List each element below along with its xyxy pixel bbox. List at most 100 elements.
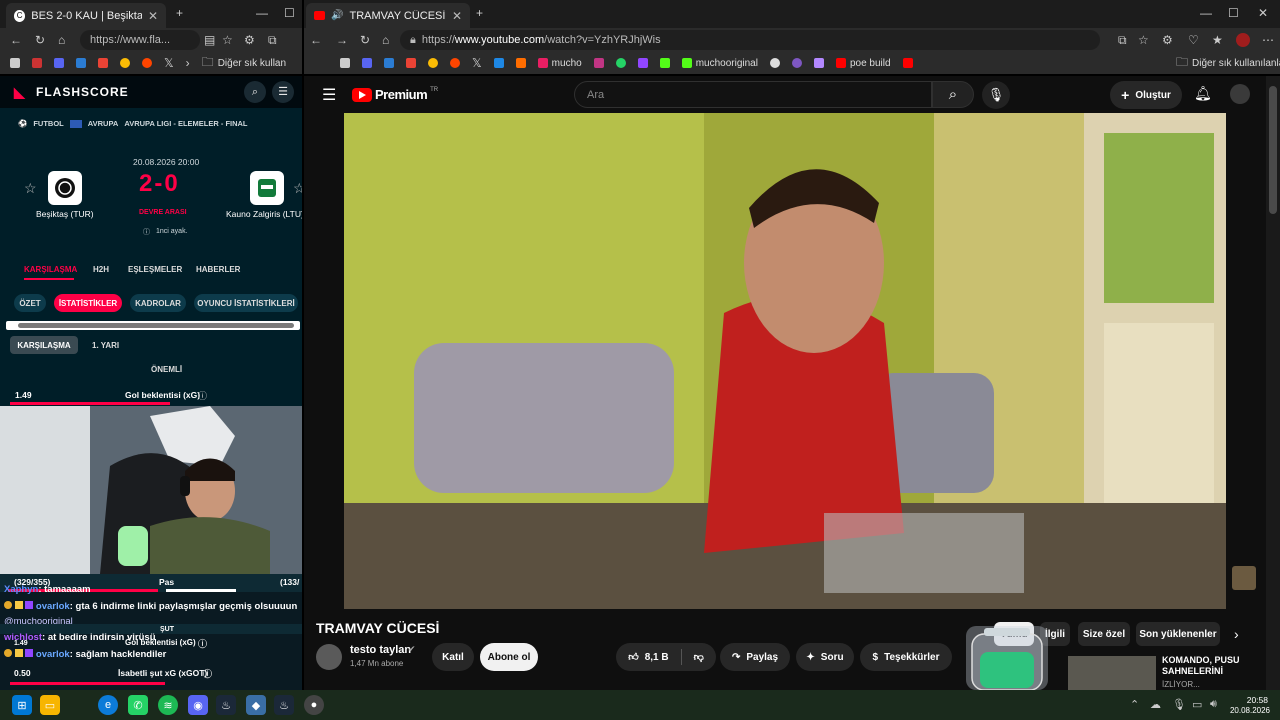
favorite-icon[interactable]: ☆	[1138, 33, 1149, 47]
bookmark-icon[interactable]	[76, 58, 86, 68]
streamer-thumbnail[interactable]	[1232, 566, 1256, 590]
scrollbar-thumb[interactable]	[18, 323, 294, 328]
minimize-icon[interactable]: —	[1200, 6, 1212, 20]
maximize-icon[interactable]: ☐	[284, 6, 295, 20]
forward-icon[interactable]: →	[336, 33, 348, 47]
collections-icon[interactable]: ⧉	[268, 33, 277, 48]
edge-icon[interactable]: e	[98, 695, 118, 715]
bookmark-icon[interactable]	[515, 58, 526, 68]
x-icon[interactable]: 𝕏	[472, 56, 482, 70]
ask-button[interactable]: ✦ Soru	[796, 643, 854, 671]
info-icon[interactable]: ⓘ	[203, 667, 212, 680]
reload-icon[interactable]: ↻	[360, 33, 370, 47]
subtab-lineups[interactable]: KADROLAR	[130, 294, 186, 312]
app-icon[interactable]: ◆	[246, 695, 266, 715]
bookmark-icon[interactable]	[493, 58, 504, 68]
hamburger-menu-icon[interactable]: ☰	[322, 85, 336, 105]
browser-essentials-icon[interactable]: ♡	[1188, 33, 1199, 47]
breadcrumb-league[interactable]: AVRUPA LIGI - ELEMELER - FINAL	[124, 119, 247, 128]
chat-username[interactable]: ovarlok	[36, 601, 70, 612]
join-button[interactable]: Katıl	[432, 643, 474, 671]
extensions-icon[interactable]: ⚙	[1162, 33, 1173, 47]
gmail-icon[interactable]	[406, 58, 416, 68]
tray-icon[interactable]: ☁	[1150, 698, 1161, 711]
other-bookmarks[interactable]: 🗀 Diğer sık kullan	[202, 53, 286, 74]
clock-time[interactable]: 20:58	[1234, 695, 1268, 705]
bookmark-icon[interactable]	[769, 58, 780, 68]
reddit-icon[interactable]	[450, 58, 460, 68]
other-bookmarks[interactable]: 🗀 Diğer sık kullanılanlar	[1176, 53, 1280, 74]
discord-icon[interactable]: ◉	[188, 695, 208, 715]
more-menu-icon[interactable]: ⋯	[1262, 33, 1274, 47]
tab-news[interactable]: HABERLER	[196, 265, 240, 274]
tab-h2h[interactable]: H2H	[93, 265, 109, 274]
tab-match[interactable]: KARŞILAŞMA	[24, 265, 77, 274]
favorites-list-icon[interactable]: ★	[1212, 33, 1223, 47]
reload-icon[interactable]: ↻	[35, 33, 45, 47]
right-active-tab[interactable]: 🔊 TRAMVAY CÜCESİ - YouTube ✕	[306, 3, 470, 28]
left-active-tab[interactable]: C BES 2-0 KAU | Beşiktaş - Kauno Zal ✕	[6, 3, 166, 28]
reddit-icon[interactable]	[142, 58, 152, 68]
subtab-stats[interactable]: İSTATİSTİKLER	[54, 294, 122, 312]
subtab-summary[interactable]: ÖZET	[14, 294, 46, 312]
notifications-icon[interactable]: 🔔︎	[1194, 85, 1212, 102]
new-tab-icon[interactable]: +	[476, 6, 483, 20]
close-tab-icon[interactable]: ✕	[148, 9, 158, 23]
microphone-icon[interactable]: 🎙︎	[1172, 698, 1186, 711]
subtab-player-stats[interactable]: OYUNCU İSTATİSTİKLERİ	[194, 294, 298, 312]
right-address-bar[interactable]: 🔒︎ https://www.youtube.com/watch?v=YzhYR…	[400, 30, 1100, 50]
clock-date[interactable]: 20.08.2026	[1226, 706, 1270, 715]
horizontal-scrollbar[interactable]	[6, 321, 300, 330]
reader-icon[interactable]: ▤	[204, 33, 215, 47]
dislike-icon[interactable]: 👎︎	[694, 651, 704, 663]
info-icon[interactable]: ⓘ	[198, 389, 207, 402]
speaker-icon[interactable]: 🔊	[331, 10, 343, 21]
favorite-star-icon[interactable]: ☆	[24, 180, 37, 197]
close-window-icon[interactable]: ✕	[1258, 6, 1268, 20]
chrome-icon[interactable]	[428, 58, 438, 68]
tab-draws[interactable]: EŞLEŞMELER	[128, 265, 182, 274]
favorite-star-icon[interactable]: ☆	[293, 180, 302, 197]
thanks-button[interactable]: $ Teşekkürler	[860, 643, 952, 671]
home-team-name[interactable]: Beşiktaş (TUR)	[36, 209, 94, 219]
share-button[interactable]: ↷ Paylaş	[720, 643, 790, 671]
home-icon[interactable]: ⌂	[58, 33, 65, 47]
bookmark-icon[interactable]	[32, 58, 42, 68]
away-team-name[interactable]: Kauno Zalgiris (LTU)	[226, 209, 302, 219]
video-player[interactable]	[344, 113, 1226, 609]
instagram-icon[interactable]	[593, 58, 604, 68]
youtube-icon[interactable]	[902, 58, 913, 68]
chevron-up-icon[interactable]: ⌃	[1130, 698, 1139, 711]
scrollbar-thumb[interactable]	[1269, 86, 1277, 214]
recommended-title[interactable]: KOMANDO, PUSU SAHNELERİNİ	[1162, 655, 1252, 677]
discord-icon[interactable]	[362, 58, 372, 68]
menu-icon[interactable]: ☰	[272, 81, 294, 103]
discord-icon[interactable]	[54, 58, 64, 68]
besiktas-logo[interactable]	[48, 171, 82, 205]
back-icon[interactable]: ←	[310, 33, 322, 47]
bookmark-muchooriginal[interactable]: muchooriginal	[681, 58, 758, 69]
like-count[interactable]: 8,1 B	[645, 652, 669, 663]
whatsapp-icon[interactable]	[615, 58, 626, 68]
bookmark-icon[interactable]	[813, 58, 824, 68]
profile-avatar[interactable]	[1236, 33, 1250, 47]
bookmark-poe-build[interactable]: poe build	[835, 58, 891, 69]
chat-username[interactable]: Xaphyn	[4, 584, 38, 595]
channel-avatar[interactable]	[316, 644, 342, 670]
spotify-icon[interactable]: ≋	[158, 695, 178, 715]
breadcrumb-region[interactable]: AVRUPA	[88, 119, 119, 128]
maximize-icon[interactable]: ☐	[1228, 6, 1239, 20]
search-icon[interactable]: ⌕	[244, 81, 266, 103]
bookmark-icon[interactable]	[791, 58, 802, 68]
period-tab-first-half[interactable]: 1. YARI	[92, 341, 119, 350]
gmail-icon[interactable]	[98, 58, 108, 68]
steam-icon[interactable]: ♨	[274, 695, 294, 715]
kauno-logo[interactable]	[250, 171, 284, 205]
voice-search-button[interactable]: 🎙︎	[982, 81, 1010, 109]
volume-icon[interactable]: 🔊︎	[1210, 698, 1217, 711]
breadcrumb-sport[interactable]: FUTBOL	[33, 119, 63, 128]
minimize-icon[interactable]: —	[256, 6, 268, 20]
bookmark-icon[interactable]	[340, 58, 350, 68]
more-bookmarks-icon[interactable]: ›	[186, 56, 190, 70]
bookmark-icon[interactable]	[10, 58, 20, 68]
